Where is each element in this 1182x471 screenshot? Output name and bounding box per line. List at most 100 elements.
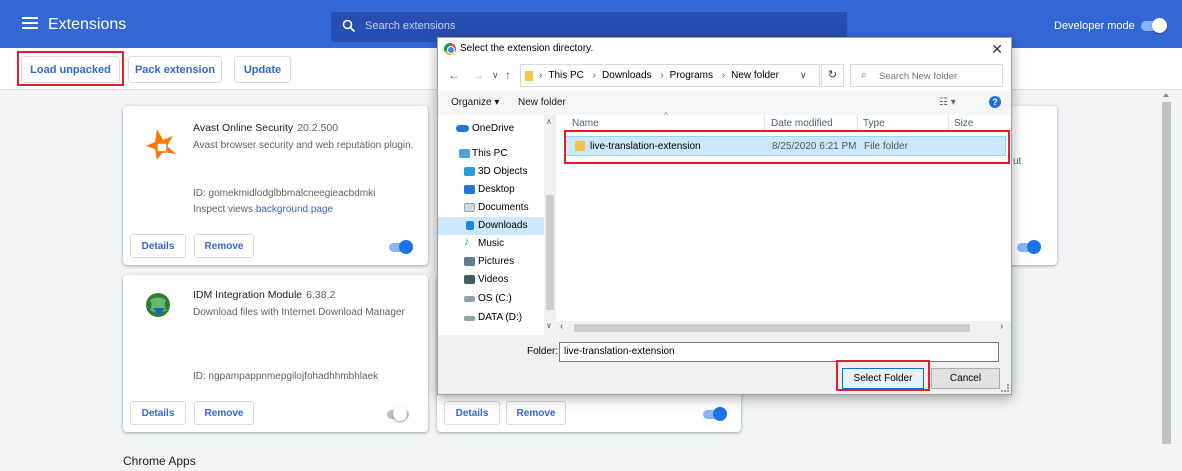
details-button[interactable]: Details [130,401,186,425]
breadcrumb-downloads[interactable]: Downloads [602,70,651,81]
forward-arrow-icon[interactable]: → [472,68,484,82]
scroll-left-icon[interactable]: ‹ [560,321,563,332]
file-row-selected[interactable]: live-translation-extension 8/25/2020 6:2… [565,136,1006,156]
chevron-down-icon[interactable]: ∨ [800,70,807,81]
breadcrumb-this-pc[interactable]: This PC [548,70,584,81]
breadcrumb: › This PC › Downloads › Programs › New folde… [539,70,779,81]
nav-item-3d-objects[interactable]: 3D Objects [438,163,544,181]
drive-icon [464,316,475,321]
address-bar[interactable]: › This PC › Downloads › Programs › New folde… [520,64,820,87]
enable-toggle[interactable] [703,407,727,421]
enable-toggle[interactable] [389,240,413,254]
update-button[interactable]: Update [234,56,291,83]
resize-grip[interactable] [1001,384,1009,392]
refresh-icon[interactable]: ↻ [821,64,844,87]
folder-label: Folder: [527,346,559,357]
nav-item-data-d[interactable]: DATA (D:) [438,309,544,327]
cancel-button[interactable]: Cancel [931,368,1000,389]
video-icon [464,275,475,284]
column-name[interactable]: Name [572,118,599,129]
nav-item-desktop[interactable]: Desktop [438,181,544,199]
download-icon [466,221,474,230]
dialog-footer: Folder: live-translation-extension Selec… [438,335,1011,394]
navigation-pane: OneDrive This PC 3D Objects Desktop Docu… [438,115,556,335]
back-arrow-icon[interactable]: ← [448,68,460,82]
breadcrumb-new-folder[interactable]: New folder [731,70,779,81]
view-options-icon[interactable]: ☷ ▾ [939,97,956,108]
folder-icon [525,71,533,81]
menu-icon[interactable] [22,17,38,30]
computer-icon [459,149,470,158]
scrollbar-thumb[interactable] [1162,102,1171,444]
dialog-title: Select the extension directory. [460,43,594,54]
help-icon[interactable]: ? [989,96,1001,108]
search-icon [342,19,356,33]
scroll-up-icon[interactable] [1163,93,1169,97]
nav-item-videos[interactable]: Videos [438,271,544,289]
horizontal-scrollbar[interactable]: ‹ › [556,321,1011,335]
scrollbar-thumb[interactable] [546,195,554,310]
breadcrumb-programs[interactable]: Programs [670,70,713,81]
extension-name: Avast Online Security 20.2.500 [193,122,339,134]
details-button[interactable]: Details [130,234,186,258]
command-bar: Organize ▾ New folder ☷ ▾ ? [438,91,1011,115]
search-icon: ⌕ [861,69,868,81]
extension-name: IDM Integration Module 6.38.2 [193,289,336,301]
details-button[interactable]: Details [444,401,500,425]
up-arrow-icon[interactable]: ↑ [505,68,511,82]
select-directory-dialog: Select the extension directory. ✕ ← → ∨ … [437,37,1012,395]
sort-up-icon: ^ [664,111,668,120]
background-page-link[interactable]: background page [256,204,333,215]
load-unpacked-button[interactable]: Load unpacked [21,56,120,83]
nav-item-documents[interactable]: Documents [438,199,544,217]
page-title: Extensions [48,16,127,33]
music-icon: ♪ [464,236,470,248]
remove-button[interactable]: Remove [194,234,254,258]
extension-description: Avast browser security and web reputatio… [193,140,414,151]
nav-scrollbar[interactable]: ∧ ∨ [544,115,556,335]
nav-item-this-pc[interactable]: This PC [438,145,544,163]
file-type: File folder [864,141,908,152]
idm-globe-icon [146,293,170,317]
column-headers: Name ^ Date modified Type Size [564,111,1006,132]
remove-button[interactable]: Remove [506,401,566,425]
nav-item-os-c[interactable]: OS (C:) [438,290,544,308]
column-type[interactable]: Type [863,118,885,129]
folder-icon [575,141,585,151]
document-icon [464,203,475,212]
scroll-down-icon[interactable]: ∨ [546,321,552,330]
nav-item-music[interactable]: ♪ Music [438,235,544,253]
chrome-icon [444,43,456,55]
extension-id: ID: gomekmidlodglbbmalcneegieacbdmki [193,188,376,199]
pack-extension-button[interactable]: Pack extension [128,56,222,83]
new-folder-button[interactable]: New folder [518,97,566,108]
scrollbar-thumb[interactable] [574,324,970,332]
enable-toggle[interactable] [1017,240,1041,254]
organize-menu[interactable]: Organize ▾ [451,97,499,108]
nav-item-onedrive[interactable]: OneDrive [438,120,544,138]
developer-mode-toggle[interactable] [1141,18,1167,33]
recent-dropdown-icon[interactable]: ∨ [492,70,499,81]
column-size[interactable]: Size [954,118,973,129]
cube-icon [464,167,475,176]
enable-toggle[interactable] [387,407,409,421]
file-date: 8/25/2020 6:21 PM [772,141,857,152]
section-title: Chrome Apps [123,454,196,468]
search-placeholder: Search extensions [365,20,456,32]
nav-item-pictures[interactable]: Pictures [438,253,544,271]
nav-item-downloads[interactable]: Downloads [438,217,544,235]
column-date-modified[interactable]: Date modified [771,118,833,129]
remove-button[interactable]: Remove [194,401,254,425]
cloud-icon [456,125,469,132]
scroll-right-icon[interactable]: › [1000,321,1003,332]
desktop-icon [464,185,475,194]
folder-search-input[interactable]: ⌕ Search New folder [850,64,1003,87]
extension-id: ID: ngpampappnmepgilojfohadhhmbhlaek [193,371,379,382]
select-folder-button[interactable]: Select Folder [842,368,924,389]
scroll-up-icon[interactable]: ∧ [546,117,552,126]
page-scrollbar[interactable] [1160,90,1173,471]
address-row: ← → ∨ ↑ › This PC › Downloads › Programs › N… [438,63,1011,89]
folder-field[interactable]: live-translation-extension [559,342,999,362]
close-icon[interactable]: ✕ [991,41,1003,58]
extension-description: Download files with Internet Download Ma… [193,307,405,318]
